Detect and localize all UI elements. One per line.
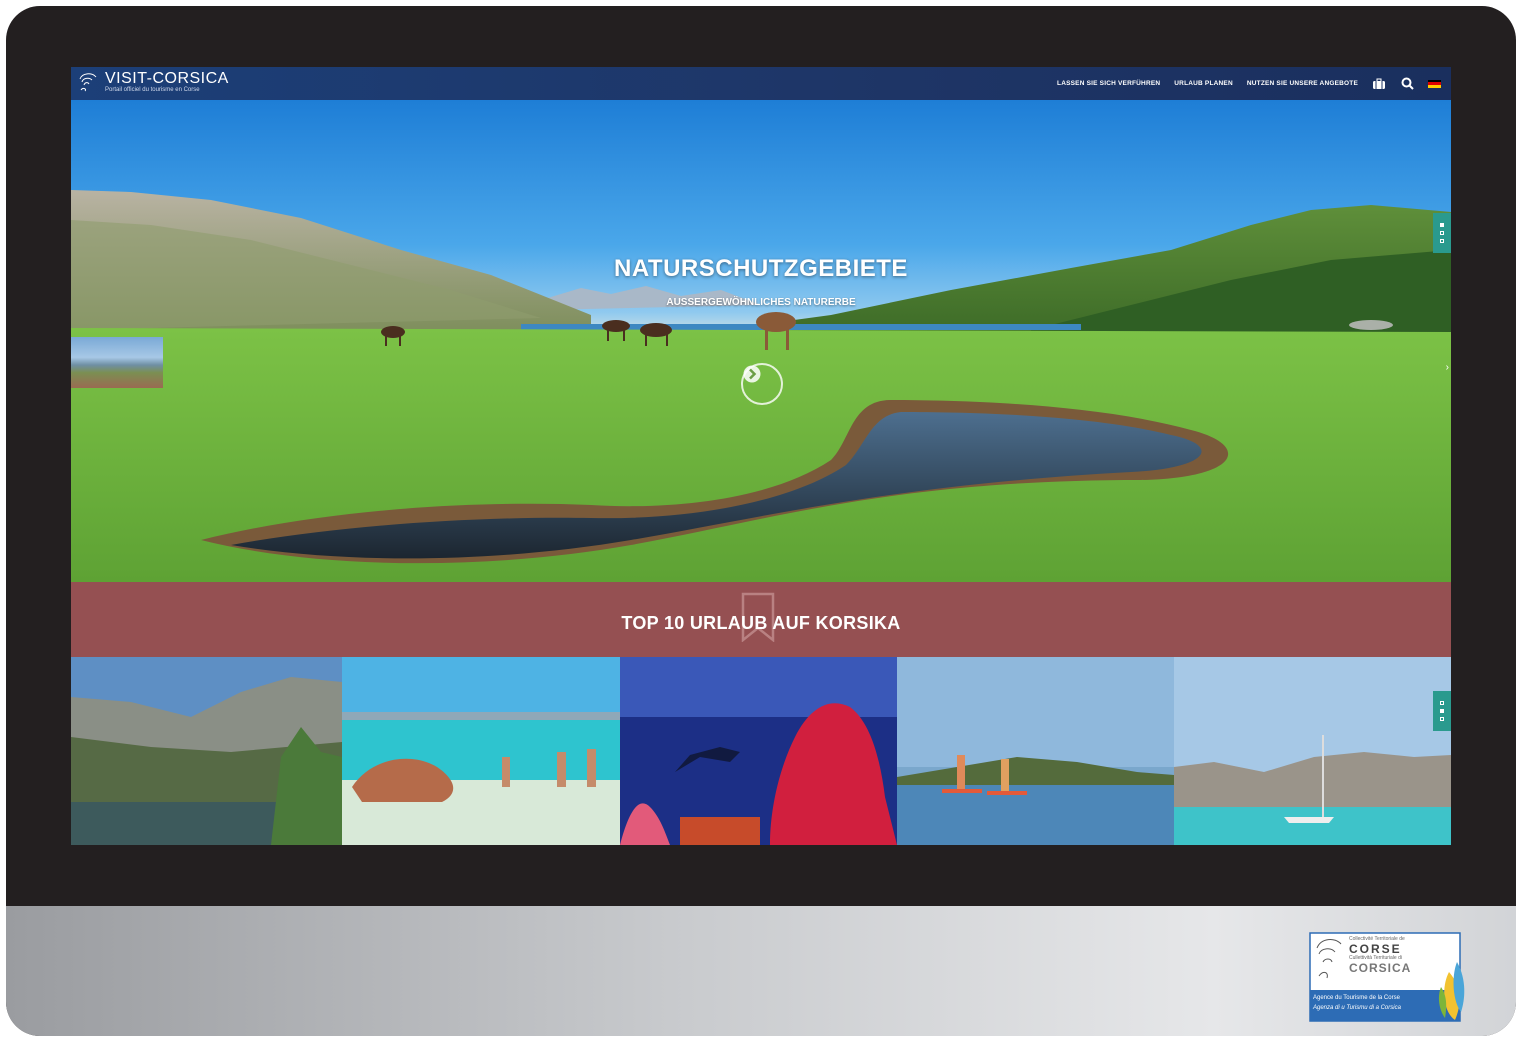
pager-dot[interactable] [1440,717,1444,721]
hero-subtitle: AUSSERGEWÖHNLICHES NATURERBE [666,297,856,308]
agency-line2: CORSE [1349,942,1402,956]
german-flag-icon[interactable] [1428,79,1441,88]
hero-landscape-image [71,190,1451,582]
pager-dot[interactable] [1440,709,1444,713]
previous-slide-thumbnail[interactable] [71,337,163,388]
hero-next-button[interactable] [741,363,783,405]
pager-dot[interactable] [1440,239,1444,243]
monitor-frame: VISIT-CORSICA Portail officiel du touris… [6,6,1516,1036]
logo-tagline: Portail officiel du tourisme en Corse [105,87,200,93]
moor-head-logo-icon [79,73,97,92]
hero-slider: NATURSCHUTZGEBIETE AUSSERGEWÖHNLICHES NA… [71,100,1451,582]
gallery-tile-mountain-lake[interactable] [71,657,342,845]
agency-line4: CORSICA [1349,961,1412,975]
site-logo[interactable]: VISIT-CORSICA Portail officiel du touris… [77,70,229,94]
agency-logo: Collectivité Territoriale de CORSE Culle… [1309,932,1469,1024]
chevron-right-icon[interactable]: › [1446,362,1449,373]
pager-dot[interactable] [1440,223,1444,227]
website-screen: VISIT-CORSICA Portail officiel du touris… [71,67,1451,845]
gallery-tile-paddleboard[interactable] [897,657,1174,845]
top10-gallery [71,657,1451,845]
suitcase-icon[interactable] [1372,77,1386,91]
top10-banner: TOP 10 URLAUB AUF KORSIKA [71,582,1451,657]
agency-line6: Agenza di u Turismu di a Corsica [1313,1005,1401,1011]
gallery-tile-beach[interactable] [342,657,620,845]
nav-link-offers[interactable]: NUTZEN SIE UNSERE ANGEBOTE [1247,80,1358,87]
chevron-right-icon [743,365,761,383]
banner-title: TOP 10 URLAUB AUF KORSIKA [621,613,901,633]
gallery-pager[interactable] [1433,691,1451,731]
gallery-tile-sailboat-bay[interactable] [1174,657,1451,845]
logo-title: VISIT-CORSICA [105,70,229,87]
nav-menu: LASSEN SIE SICH VERFÜHREN URLAUB PLANEN … [1057,67,1441,100]
pager-dot[interactable] [1440,701,1444,705]
hero-pager[interactable] [1433,213,1451,253]
pager-dot[interactable] [1440,231,1444,235]
hero-title: NATURSCHUTZGEBIETE [614,255,908,282]
nav-link-plan-holiday[interactable]: URLAUB PLANEN [1174,80,1233,87]
top-navbar: VISIT-CORSICA Portail officiel du touris… [71,67,1451,100]
search-icon[interactable] [1400,77,1414,91]
monitor-chin [6,906,1516,1036]
nav-link-seduce[interactable]: LASSEN SIE SICH VERFÜHREN [1057,80,1160,87]
gallery-tile-diving[interactable] [620,657,897,845]
agency-line5: Agence du Tourisme de la Corse [1313,995,1400,1001]
